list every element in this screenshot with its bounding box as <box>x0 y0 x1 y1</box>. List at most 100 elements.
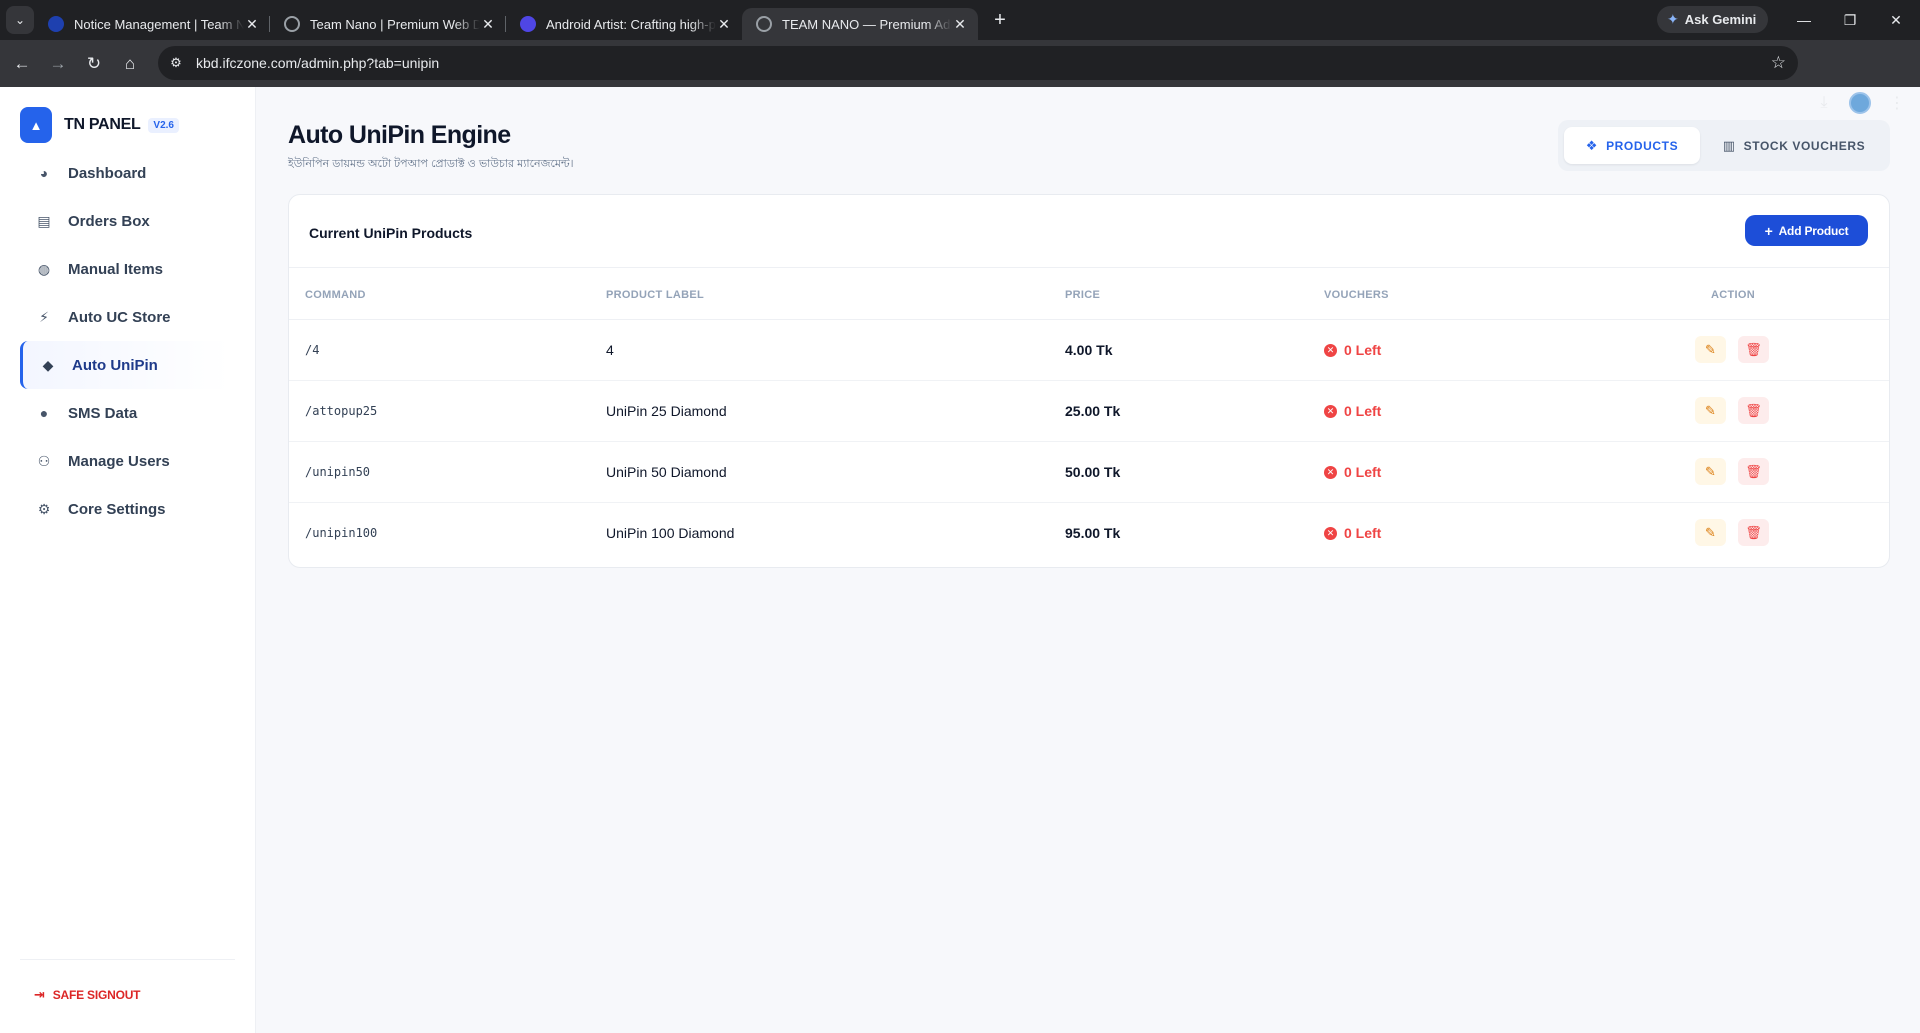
new-tab-button[interactable]: + <box>986 6 1014 34</box>
command-cell: /unipin100 <box>305 526 378 540</box>
product-label-cell: 4 <box>606 342 614 358</box>
barcode-icon: ▥ <box>1722 137 1736 153</box>
vouchers-left-text: 0 Left <box>1344 525 1382 541</box>
plus-icon: + <box>1764 222 1773 239</box>
add-product-label: Add Product <box>1778 223 1849 238</box>
delete-button[interactable]: 🗑 <box>1738 519 1769 546</box>
add-product-button[interactable]: + Add Product <box>1745 215 1868 246</box>
bookmark-star-icon[interactable]: ☆ <box>1771 53 1786 73</box>
restore-button[interactable]: ❐ <box>1827 0 1873 40</box>
pencil-icon: ✎ <box>1705 463 1716 479</box>
browser-tab-active[interactable]: TEAM NANO — Premium Admin ✕ <box>742 8 978 40</box>
sidebar-item-sms-data[interactable]: ● SMS Data <box>20 389 230 437</box>
price-cell: 95.00 Tk <box>1065 525 1121 541</box>
main-content: Auto UniPin Engine ইউনিপিন ডায়মন্ড অটো … <box>257 87 1920 1033</box>
sidebar-item-auto-uc-store[interactable]: ⚡ Auto UC Store <box>20 293 230 341</box>
tab-favicon-icon <box>48 16 64 32</box>
sidebar-item-manual-items[interactable]: ◍ Manual Items <box>20 245 230 293</box>
table-header: COMMAND PRODUCT LABEL PRICE VOUCHERS ACT… <box>289 268 1889 320</box>
vouchers-cell: ✕ 0 Left <box>1324 342 1381 358</box>
close-tab-icon[interactable]: ✕ <box>244 16 260 33</box>
sidebar-divider <box>20 959 235 960</box>
reload-button[interactable]: ↻ <box>76 46 112 82</box>
pencil-icon: ✎ <box>1705 402 1716 418</box>
users-icon: ⚇ <box>37 452 51 469</box>
tab-search-button[interactable]: ⌄ <box>6 6 34 34</box>
vouchers-cell: ✕ 0 Left <box>1324 525 1381 541</box>
logo-icon: ▲ <box>20 107 52 143</box>
signout-button[interactable]: ⇥ SAFE SIGNOUT <box>34 987 141 1003</box>
site-info-icon[interactable]: ⚙ <box>162 49 190 77</box>
sidebar: ▲ TN PANEL V2.6 ◕ Dashboard ▤ Orders Box… <box>0 87 256 1033</box>
minimize-icon: — <box>1797 12 1811 28</box>
browser-tab-strip: ⌄ Notice Management | Team Nano ✕ Team N… <box>0 0 1920 40</box>
ask-gemini-button[interactable]: ✦ Ask Gemini <box>1657 6 1769 33</box>
receipt-icon: ▤ <box>37 212 51 229</box>
price-cell: 4.00 Tk <box>1065 342 1113 358</box>
tab-label: PRODUCTS <box>1606 138 1679 153</box>
delete-button[interactable]: 🗑 <box>1738 458 1769 485</box>
tab-title: Android Artist: Crafting high-performanc… <box>546 16 716 32</box>
close-tab-icon[interactable]: ✕ <box>952 16 968 33</box>
chevron-down-icon: ⌄ <box>14 13 26 27</box>
browser-tab[interactable]: Android Artist: Crafting high-performanc… <box>506 8 742 40</box>
trash-icon: 🗑 <box>1745 341 1762 357</box>
sidebar-item-core-settings[interactable]: ⚙ Core Settings <box>20 485 230 533</box>
table-row: /4 4 4.00 Tk ✕ 0 Left ✎ 🗑 <box>289 320 1889 381</box>
url-text: kbd.ifczone.com/admin.php?tab=unipin <box>196 55 440 71</box>
globe-icon <box>284 16 300 32</box>
pencil-icon: ✎ <box>1705 524 1716 540</box>
vouchers-left-text: 0 Left <box>1344 464 1382 480</box>
sidebar-item-label: Manage Users <box>68 452 170 470</box>
version-badge: V2.6 <box>148 117 179 133</box>
address-bar[interactable]: ⚙ kbd.ifczone.com/admin.php?tab=unipin ☆ <box>158 46 1798 80</box>
browser-toolbar: ← → ↻ ⌂ ⚙ kbd.ifczone.com/admin.php?tab=… <box>0 40 1920 114</box>
browser-tab[interactable]: Notice Management | Team Nano ✕ <box>34 8 270 40</box>
sidebar-item-dashboard[interactable]: ◕ Dashboard <box>20 149 230 197</box>
reload-icon: ↻ <box>86 53 102 73</box>
gemini-spark-icon: ✦ <box>1667 11 1679 27</box>
trash-icon: 🗑 <box>1745 463 1762 479</box>
sidebar-item-label: SMS Data <box>68 404 138 422</box>
vouchers-cell: ✕ 0 Left <box>1324 403 1381 419</box>
column-header-product-label: PRODUCT LABEL <box>606 289 705 301</box>
column-header-vouchers: VOUCHERS <box>1324 289 1389 301</box>
tab-label: STOCK VOUCHERS <box>1743 138 1866 153</box>
sidebar-item-manage-users[interactable]: ⚇ Manage Users <box>20 437 230 485</box>
tab-products[interactable]: ❖ PRODUCTS <box>1564 127 1700 164</box>
back-button[interactable]: ← <box>4 46 40 82</box>
command-cell: /unipin50 <box>305 465 371 479</box>
delete-button[interactable]: 🗑 <box>1738 397 1769 424</box>
tab-stock-vouchers[interactable]: ▥ STOCK VOUCHERS <box>1704 127 1884 164</box>
edit-button[interactable]: ✎ <box>1695 336 1726 363</box>
sidebar-item-orders-box[interactable]: ▤ Orders Box <box>20 197 230 245</box>
home-button[interactable]: ⌂ <box>112 46 148 82</box>
tab-favicon-icon <box>520 16 536 32</box>
close-tab-icon[interactable]: ✕ <box>480 16 496 33</box>
arrow-left-icon: ← <box>13 53 31 73</box>
product-label-cell: UniPin 25 Diamond <box>606 403 727 419</box>
sidebar-item-label: Core Settings <box>68 500 166 518</box>
view-switcher: ❖ PRODUCTS ▥ STOCK VOUCHERS <box>1558 120 1890 171</box>
card-title: Current UniPin Products <box>309 225 473 241</box>
column-header-action: ACTION <box>1711 289 1755 301</box>
pencil-icon: ✎ <box>1705 341 1716 357</box>
forward-button[interactable]: → <box>40 46 76 82</box>
edit-button[interactable]: ✎ <box>1695 397 1726 424</box>
edit-button[interactable]: ✎ <box>1695 458 1726 485</box>
close-tab-icon[interactable]: ✕ <box>716 16 732 33</box>
edit-button[interactable]: ✎ <box>1695 519 1726 546</box>
table-body: /4 4 4.00 Tk ✕ 0 Left ✎ 🗑 /attopup25 UniP… <box>289 320 1889 564</box>
table-row: /unipin50 UniPin 50 Diamond 50.00 Tk ✕ 0 … <box>289 442 1889 503</box>
signout-label: SAFE SIGNOUT <box>52 988 141 1002</box>
bolt-icon: ⚡ <box>39 308 49 325</box>
sidebar-item-label: Auto UC Store <box>68 308 171 326</box>
minimize-button[interactable]: — <box>1781 0 1827 40</box>
browser-tab[interactable]: Team Nano | Premium Web Development ✕ <box>270 8 506 40</box>
column-header-price: PRICE <box>1065 289 1101 301</box>
close-window-button[interactable]: ✕ <box>1873 0 1919 40</box>
sidebar-item-auto-unipin[interactable]: ◆ Auto UniPin <box>20 341 230 389</box>
restore-icon: ❐ <box>1843 11 1857 28</box>
delete-button[interactable]: 🗑 <box>1738 336 1769 363</box>
brand[interactable]: ▲ TN PANEL V2.6 <box>20 107 179 143</box>
